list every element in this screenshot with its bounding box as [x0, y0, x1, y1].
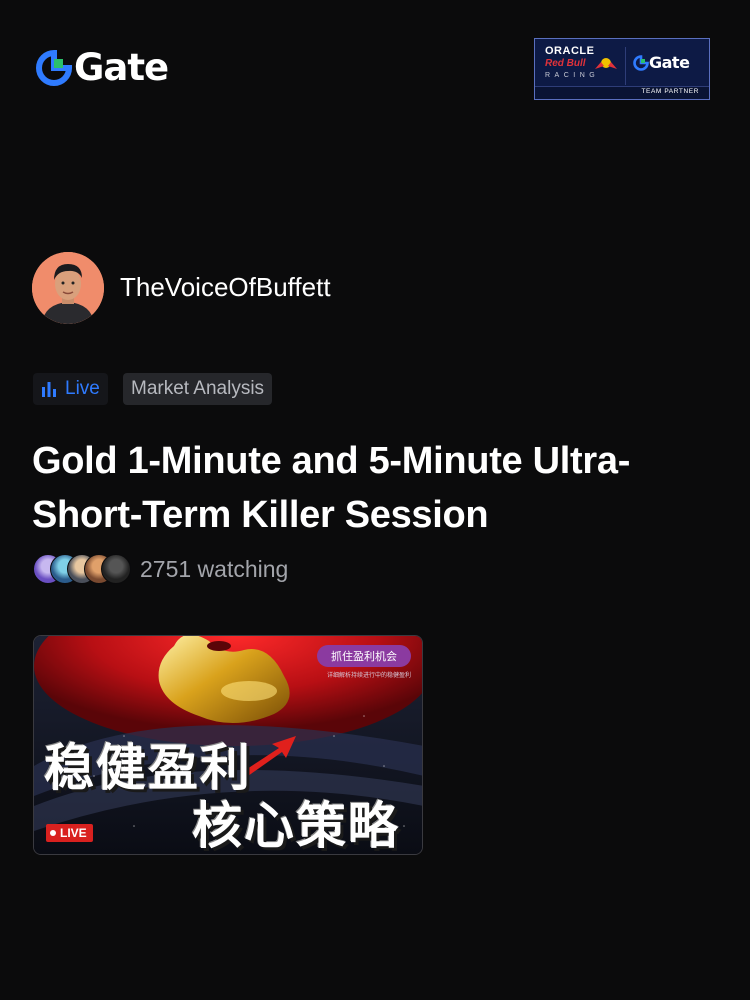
stream-thumbnail[interactable]: 抓住盈利机会 详细解析持续进行中的稳健盈利 稳健盈利 核心策略 LIVE — [33, 635, 423, 855]
redbull-bulls-icon — [595, 58, 617, 69]
team-partner-badge: ORACLE Red Bull RACING Gate TEAM PARTNER — [534, 38, 710, 100]
badge-divider — [625, 47, 626, 85]
category-tag[interactable]: Market Analysis — [123, 373, 273, 405]
thumbnail-headline-2: 核心策略 — [192, 798, 400, 854]
watching-count: 2751 watching — [140, 555, 289, 582]
viewers-row: 2751 watching — [33, 554, 288, 584]
gate-mini-icon — [633, 55, 649, 71]
live-tag: Live — [33, 373, 108, 405]
viewer-avatars — [33, 554, 131, 584]
racing-text: RACING — [545, 72, 600, 79]
gate-logo[interactable]: Gate — [36, 46, 169, 89]
viewer-avatar — [101, 554, 131, 584]
bar-chart-icon — [42, 382, 56, 397]
live-tag-label: Live — [65, 378, 100, 399]
thumbnail-pill: 抓住盈利机会 — [317, 645, 411, 667]
stream-title: Gold 1-Minute and 5-Minute Ultra-Short-T… — [32, 440, 631, 536]
redbull-text: Red Bull — [545, 58, 586, 69]
live-badge-label: LIVE — [60, 826, 87, 840]
gate-logo-icon — [36, 50, 72, 86]
thumbnail-subtitle: 详细解析持续进行中的稳健盈利 — [327, 673, 412, 679]
team-partner-text: TEAM PARTNER — [641, 88, 699, 95]
gate-mini-text: Gate — [649, 53, 690, 72]
live-badge: LIVE — [46, 824, 93, 842]
streamer-username[interactable]: TheVoiceOfBuffett — [120, 272, 331, 303]
person-avatar-icon — [32, 252, 104, 324]
live-dot-icon — [50, 830, 56, 836]
streamer-avatar[interactable] — [32, 252, 104, 324]
gate-logo-text: Gate — [74, 46, 169, 89]
oracle-text: ORACLE — [545, 45, 595, 57]
badge-footer: TEAM PARTNER — [535, 86, 709, 99]
